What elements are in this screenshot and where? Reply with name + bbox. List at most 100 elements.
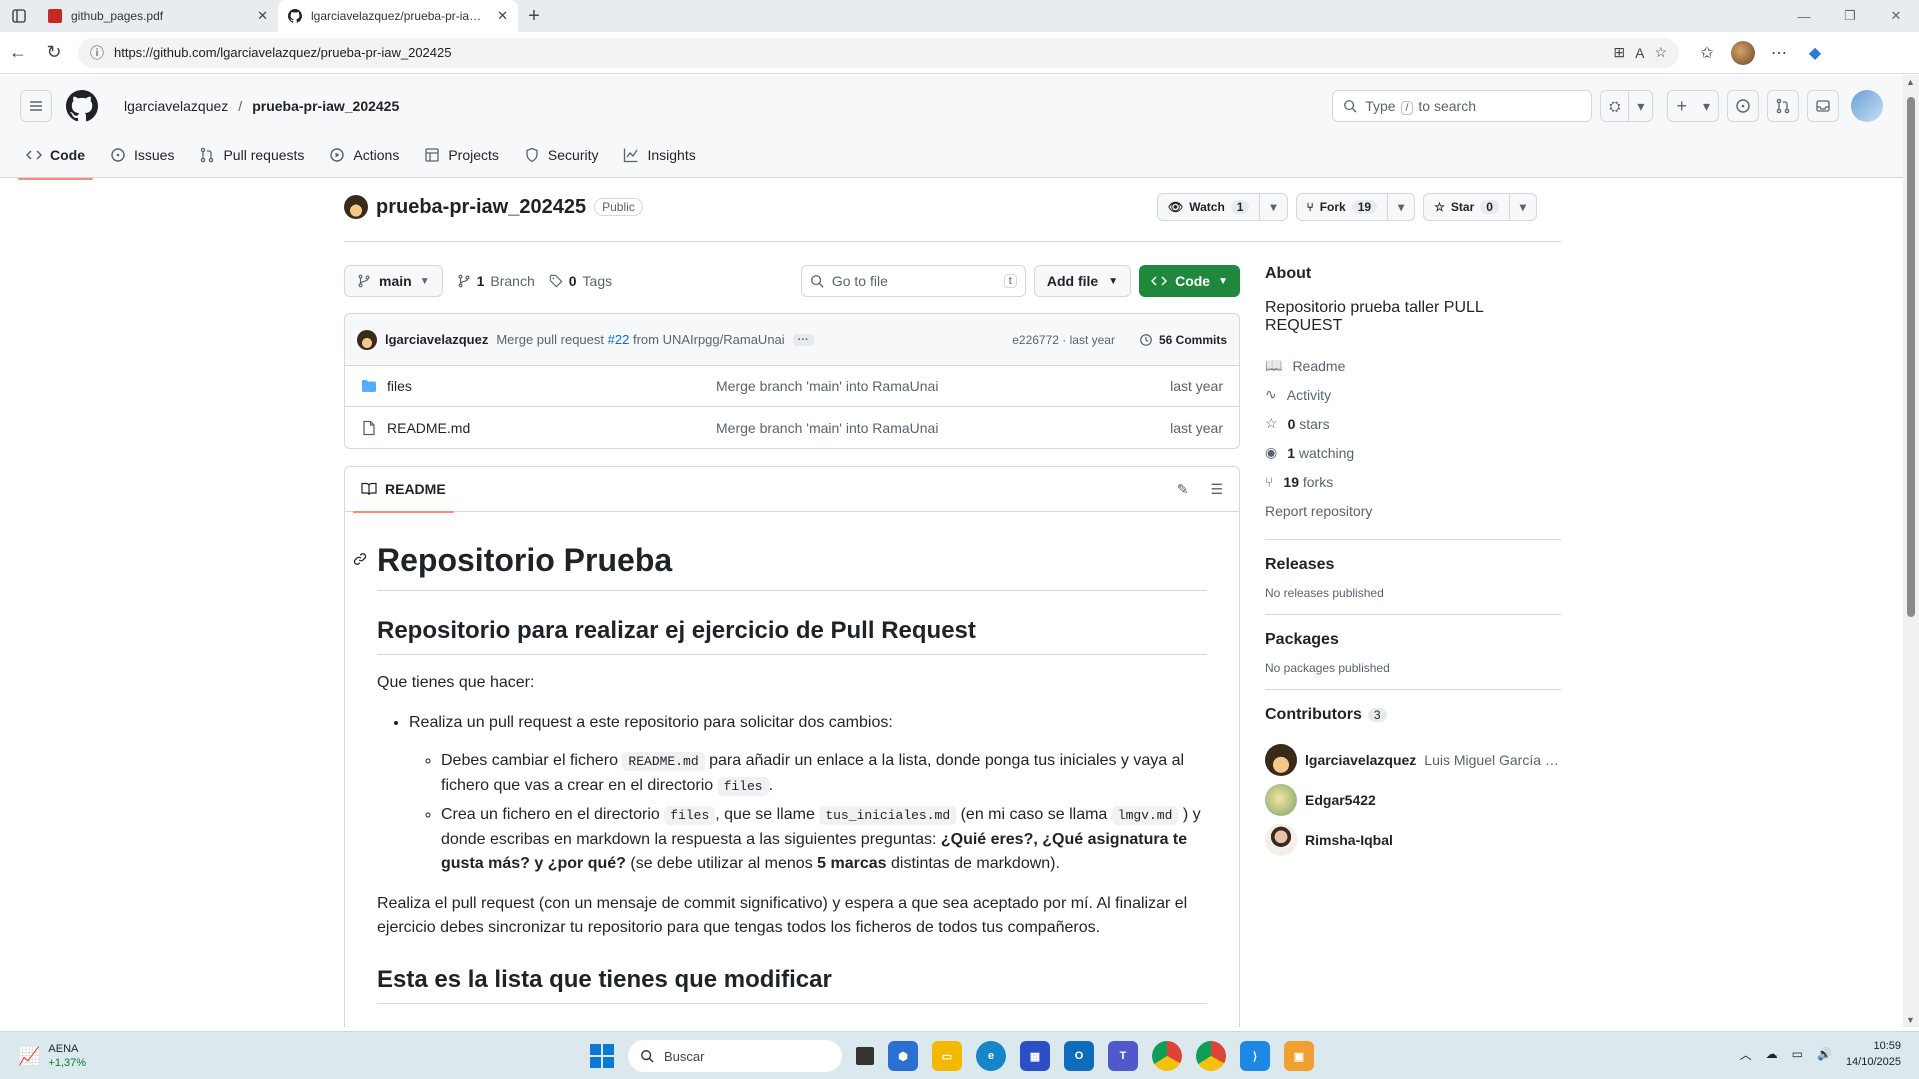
commit-author[interactable]: lgarciavelazquez <box>385 332 488 347</box>
code-button[interactable]: Code ▼ <box>1139 265 1240 297</box>
forks-link[interactable]: ⑂ 19 forks <box>1265 467 1561 496</box>
contributor-item[interactable]: Edgar5422 <box>1265 780 1561 820</box>
tab-insights[interactable]: Insights <box>615 131 703 179</box>
scroll-down-icon[interactable]: ▼ <box>1906 1015 1915 1025</box>
back-icon[interactable]: ← <box>0 37 36 69</box>
chevron-up-icon[interactable]: ︿ <box>1740 1046 1752 1063</box>
profile-avatar[interactable] <box>1729 39 1757 67</box>
new-tab-icon[interactable]: + <box>518 0 550 32</box>
contributor-item[interactable]: Rimsha-Iqbal <box>1265 820 1561 860</box>
close-tab-icon[interactable]: ✕ <box>257 8 268 24</box>
branch-select[interactable]: main ▼ <box>344 265 443 297</box>
fork-button[interactable]: ⑂ Fork 19 ▾ <box>1295 193 1416 221</box>
readme-link[interactable]: 📖 Readme <box>1265 351 1561 380</box>
tab-code[interactable]: Code <box>18 131 93 180</box>
user-avatar[interactable] <box>1851 90 1883 122</box>
task-view-icon[interactable] <box>856 1047 874 1065</box>
report-repository-link[interactable]: Report repository <box>1265 496 1561 525</box>
stock-widget[interactable]: 📈 AENA +1,37% <box>18 1042 86 1070</box>
copilot-icon[interactable]: ◆ <box>1801 39 1829 67</box>
readme-tab[interactable]: README <box>353 467 454 513</box>
volume-icon[interactable]: 🔊 <box>1817 1047 1832 1061</box>
microsoft-store-icon[interactable]: ▦ <box>1020 1041 1050 1071</box>
tab-issues[interactable]: Issues <box>102 131 182 179</box>
more-icon[interactable]: ⋯ <box>1765 39 1793 67</box>
releases-title[interactable]: Releases <box>1265 556 1561 574</box>
commits-link[interactable]: 56 Commits <box>1139 333 1227 347</box>
anchor-link-icon[interactable] <box>353 552 367 566</box>
chrome-icon[interactable] <box>1152 1041 1182 1071</box>
packages-title[interactable]: Packages <box>1265 631 1561 649</box>
chevron-down-icon[interactable]: ▾ <box>1510 200 1536 214</box>
reload-icon[interactable]: ↻ <box>36 37 72 69</box>
onedrive-off-icon[interactable]: ☁ <box>1766 1047 1778 1061</box>
menu-icon[interactable] <box>20 90 52 122</box>
issues-icon[interactable] <box>1727 90 1759 122</box>
browser-tab-pdf[interactable]: github_pages.pdf ✕ <box>38 0 278 32</box>
store-app-icon[interactable]: ⬢ <box>888 1041 918 1071</box>
tab-projects[interactable]: Projects <box>416 131 507 179</box>
breadcrumb-repo[interactable]: prueba-pr-iaw_202425 <box>252 98 399 114</box>
watching-link[interactable]: ◉ 1 watching <box>1265 438 1561 467</box>
pr-link[interactable]: #22 <box>608 332 630 347</box>
edge-icon[interactable]: e <box>976 1041 1006 1071</box>
chrome-profile-icon[interactable] <box>1196 1041 1226 1071</box>
vscode-icon[interactable]: ⟩ <box>1240 1041 1270 1071</box>
remote-desktop-icon[interactable]: ▣ <box>1284 1041 1314 1071</box>
create-new-button[interactable]: + ▾ <box>1667 90 1719 122</box>
stars-link[interactable]: ☆ 0 stars <box>1265 409 1561 438</box>
scroll-up-icon[interactable]: ▲ <box>1906 77 1915 87</box>
branches-link[interactable]: 1 Branch <box>457 273 535 289</box>
outlook-icon[interactable]: O <box>1064 1041 1094 1071</box>
watch-button[interactable]: 👁 Watch 1 ▾ <box>1157 193 1288 221</box>
workspaces-icon[interactable] <box>0 0 38 32</box>
repo-name[interactable]: prueba-pr-iaw_202425 <box>376 196 586 219</box>
pull-requests-icon[interactable] <box>1767 90 1799 122</box>
page-scrollbar[interactable]: ▲ ▼ <box>1903 75 1919 1027</box>
browser-tab-github[interactable]: lgarciavelazquez/prueba-pr-iaw_202425 ✕ <box>278 0 518 32</box>
windows-start-icon[interactable] <box>590 1044 614 1068</box>
inbox-icon[interactable] <box>1807 90 1839 122</box>
star-button[interactable]: ☆ Star 0 ▾ <box>1423 193 1537 221</box>
github-logo-icon[interactable] <box>66 90 98 122</box>
scroll-thumb[interactable] <box>1907 97 1915 617</box>
close-window-icon[interactable]: ✕ <box>1873 0 1919 32</box>
add-file-button[interactable]: Add file ▼ <box>1033 265 1132 297</box>
favorites-icon[interactable]: ✩ <box>1693 39 1721 67</box>
tab-security[interactable]: Security <box>516 131 607 179</box>
contributor-item[interactable]: lgarciavelazquez Luis Miguel García Vel.… <box>1265 740 1561 780</box>
close-tab-icon[interactable]: ✕ <box>497 8 508 24</box>
app-available-icon[interactable]: ⊞ <box>1613 44 1625 61</box>
copilot-button[interactable]: ⛭ ▾ <box>1600 90 1654 122</box>
file-row[interactable]: README.md Merge branch 'main' into RamaU… <box>345 407 1239 448</box>
site-info-icon[interactable]: ⓘ <box>90 43 104 63</box>
outline-list-icon[interactable]: ☰ <box>1210 481 1223 498</box>
minimize-icon[interactable]: — <box>1781 0 1827 32</box>
tab-pull-requests[interactable]: Pull requests <box>191 131 312 179</box>
owner-avatar[interactable] <box>344 195 368 219</box>
restore-icon[interactable]: ❐ <box>1827 0 1873 32</box>
clock[interactable]: 10:59 14/10/2025 <box>1846 1038 1901 1070</box>
contributors-title[interactable]: Contributors 3 <box>1265 706 1561 724</box>
teams-icon[interactable]: T <box>1108 1041 1138 1071</box>
url-field[interactable]: ⓘ https://github.com/lgarciavelazquez/pr… <box>78 37 1679 68</box>
file-row[interactable]: files Merge branch 'main' into RamaUnai … <box>345 366 1239 407</box>
tags-link[interactable]: 0 Tags <box>549 273 612 289</box>
tab-actions[interactable]: Actions <box>321 131 407 179</box>
commit-hash-time[interactable]: e226772 · last year <box>1012 333 1115 347</box>
expand-commit-icon[interactable]: ··· <box>792 333 814 346</box>
file-commit-message[interactable]: Merge branch 'main' into RamaUnai <box>716 378 1170 394</box>
file-name[interactable]: README.md <box>387 420 470 436</box>
edit-pencil-icon[interactable]: ✎ <box>1177 481 1189 498</box>
file-name[interactable]: files <box>387 378 412 394</box>
breadcrumb-owner[interactable]: lgarciavelazquez <box>124 98 228 114</box>
network-icon[interactable]: ▭ <box>1792 1047 1803 1061</box>
file-explorer-icon[interactable]: ▭ <box>932 1041 962 1071</box>
commit-message[interactable]: Merge pull request #22 from UNAIrpgg/Ram… <box>496 332 784 347</box>
go-to-file-input[interactable]: Go to file t <box>800 265 1026 297</box>
file-commit-message[interactable]: Merge branch 'main' into RamaUnai <box>716 420 1170 436</box>
search-input[interactable]: Type / to search <box>1332 90 1593 122</box>
read-aloud-icon[interactable]: A <box>1635 45 1644 61</box>
chevron-down-icon[interactable]: ▾ <box>1388 200 1414 214</box>
activity-link[interactable]: ∿ Activity <box>1265 380 1561 409</box>
